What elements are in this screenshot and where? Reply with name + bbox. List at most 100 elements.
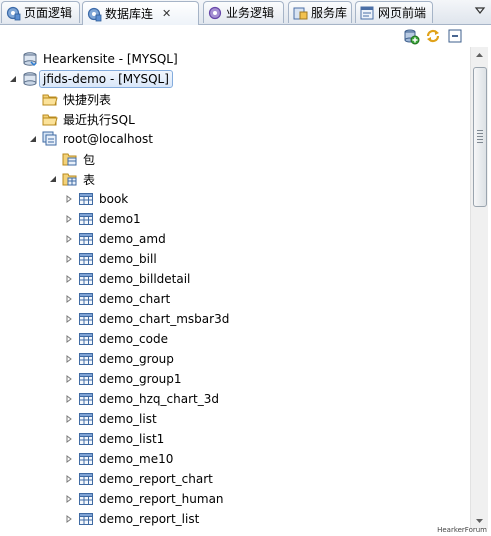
gear-icon (87, 7, 102, 21)
collapse-all-icon[interactable] (446, 27, 464, 45)
view-menu-icon[interactable] (474, 4, 486, 16)
folder-icon (42, 94, 58, 106)
tab-business-logic[interactable]: 业务逻辑 (203, 1, 284, 23)
table-name: demo_chart_msbar3d (99, 312, 230, 326)
collapsed-arrow-icon[interactable] (64, 274, 74, 284)
expanded-arrow-icon[interactable] (28, 134, 38, 144)
tree-node-tables[interactable]: 表 (48, 169, 95, 189)
tree-node-label: 快捷列表 (63, 92, 112, 107)
table-icon (79, 273, 93, 285)
table-row[interactable]: demo_report_list (64, 509, 199, 529)
table-icon (79, 313, 93, 325)
scroll-up-arrow-icon[interactable] (471, 47, 488, 64)
table-name: book (99, 192, 129, 206)
table-name: demo_report_human (99, 492, 224, 506)
collapsed-arrow-icon[interactable] (64, 514, 74, 524)
table-icon (79, 233, 93, 245)
tab-db-connections[interactable]: 数据库连 ✕ (82, 1, 199, 25)
collapsed-arrow-icon[interactable] (64, 314, 74, 324)
webpage-icon (360, 6, 374, 19)
table-row[interactable]: demo_report_human (64, 489, 224, 509)
table-name: demo_bill (99, 252, 157, 266)
expanded-arrow-icon[interactable] (8, 74, 18, 84)
service-icon (293, 7, 308, 19)
table-name: demo_amd (99, 232, 166, 246)
table-row[interactable]: demo_list (64, 409, 157, 429)
table-row[interactable]: demo_billdetail (64, 269, 190, 289)
watermark: HearkerForum (437, 526, 487, 534)
collapsed-arrow-icon[interactable] (64, 454, 74, 464)
tab-page-logic[interactable]: 页面逻辑 (1, 1, 80, 23)
table-row[interactable]: demo_hzq_chart_3d (64, 389, 219, 409)
collapsed-arrow-icon[interactable] (64, 194, 74, 204)
table-icon (79, 473, 93, 485)
package-folder-icon (62, 153, 77, 166)
collapsed-arrow-icon[interactable] (64, 494, 74, 504)
table-row[interactable]: demo_bill (64, 249, 157, 269)
table-name: demo_report_list (99, 512, 200, 526)
vertical-scrollbar[interactable] (470, 47, 488, 529)
table-row[interactable]: demo_chart (64, 289, 170, 309)
scrollbar-thumb[interactable] (473, 67, 487, 207)
db-connection-tree: Hearkensite - [MYSQL] jfids-demo - [MYSQ… (0, 47, 470, 529)
collapsed-arrow-icon[interactable] (64, 394, 74, 404)
tables-folder-icon (62, 173, 77, 186)
collapsed-arrow-icon[interactable] (64, 234, 74, 244)
database-icon (23, 72, 37, 86)
tab-label: 服务库 (311, 6, 348, 20)
view-tab-bar: 页面逻辑 数据库连 ✕ 业务逻辑 服务库 网页前端 (0, 0, 491, 25)
tree-node-hearkensite[interactable]: Hearkensite - [MYSQL] (8, 49, 178, 69)
table-row[interactable]: demo_me10 (64, 449, 173, 469)
schema-icon (42, 131, 57, 146)
table-row[interactable]: demo_chart_msbar3d (64, 309, 229, 329)
table-icon (79, 393, 93, 405)
collapsed-arrow-icon[interactable] (64, 334, 74, 344)
add-connection-icon[interactable] (402, 27, 420, 45)
table-icon (79, 453, 93, 465)
collapsed-arrow-icon[interactable] (64, 294, 74, 304)
collapsed-arrow-icon[interactable] (64, 214, 74, 224)
table-name: demo_group1 (99, 372, 182, 386)
tree-node-jfids-demo[interactable]: jfids-demo - [MYSQL] (8, 69, 173, 89)
collapsed-arrow-icon[interactable] (64, 434, 74, 444)
gear-puzzle-icon (208, 6, 222, 19)
table-row[interactable]: demo_list1 (64, 429, 164, 449)
tree-node-shortcuts[interactable]: 快捷列表 (28, 89, 111, 109)
tree-node-package[interactable]: 包 (48, 149, 95, 169)
tree-node-recent-sql[interactable]: 最近执行SQL (28, 109, 135, 129)
table-icon (79, 373, 93, 385)
tab-web-frontend[interactable]: 网页前端 (355, 1, 433, 23)
tab-label: 网页前端 (378, 6, 427, 20)
tree-node-label: 包 (83, 152, 96, 167)
collapsed-arrow-icon[interactable] (64, 374, 74, 384)
tree-node-label: root@localhost (63, 132, 153, 146)
collapsed-arrow-icon[interactable] (64, 254, 74, 264)
table-row[interactable]: demo_code (64, 329, 168, 349)
table-name: demo1 (99, 212, 141, 226)
table-row[interactable]: demo_group (64, 349, 174, 369)
table-row[interactable]: demo_report_chart (64, 469, 213, 489)
table-row[interactable]: book (64, 189, 128, 209)
table-icon (79, 353, 93, 365)
close-icon[interactable]: ✕ (162, 7, 171, 20)
tree-node-label: 表 (83, 172, 96, 187)
scrollbar-grip (477, 130, 483, 144)
expanded-arrow-icon[interactable] (48, 174, 58, 184)
table-row[interactable]: demo_group1 (64, 369, 182, 389)
table-row[interactable]: demo_amd (64, 229, 166, 249)
tab-service-library[interactable]: 服务库 (288, 1, 352, 23)
tab-label: 页面逻辑 (24, 6, 73, 20)
tree-node-schema[interactable]: root@localhost (28, 129, 153, 149)
collapsed-arrow-icon[interactable] (64, 414, 74, 424)
refresh-icon[interactable] (424, 27, 442, 45)
table-row[interactable]: demo1 (64, 209, 141, 229)
collapsed-arrow-icon[interactable] (64, 354, 74, 364)
table-name: demo_me10 (99, 452, 174, 466)
table-name: demo_list1 (99, 432, 165, 446)
gear-icon (6, 6, 21, 20)
tab-label: 数据库连 (105, 7, 154, 21)
collapsed-arrow-icon[interactable] (64, 474, 74, 484)
database-connection-icon (23, 52, 37, 67)
tab-label: 业务逻辑 (226, 6, 275, 20)
table-name: demo_billdetail (99, 272, 191, 286)
